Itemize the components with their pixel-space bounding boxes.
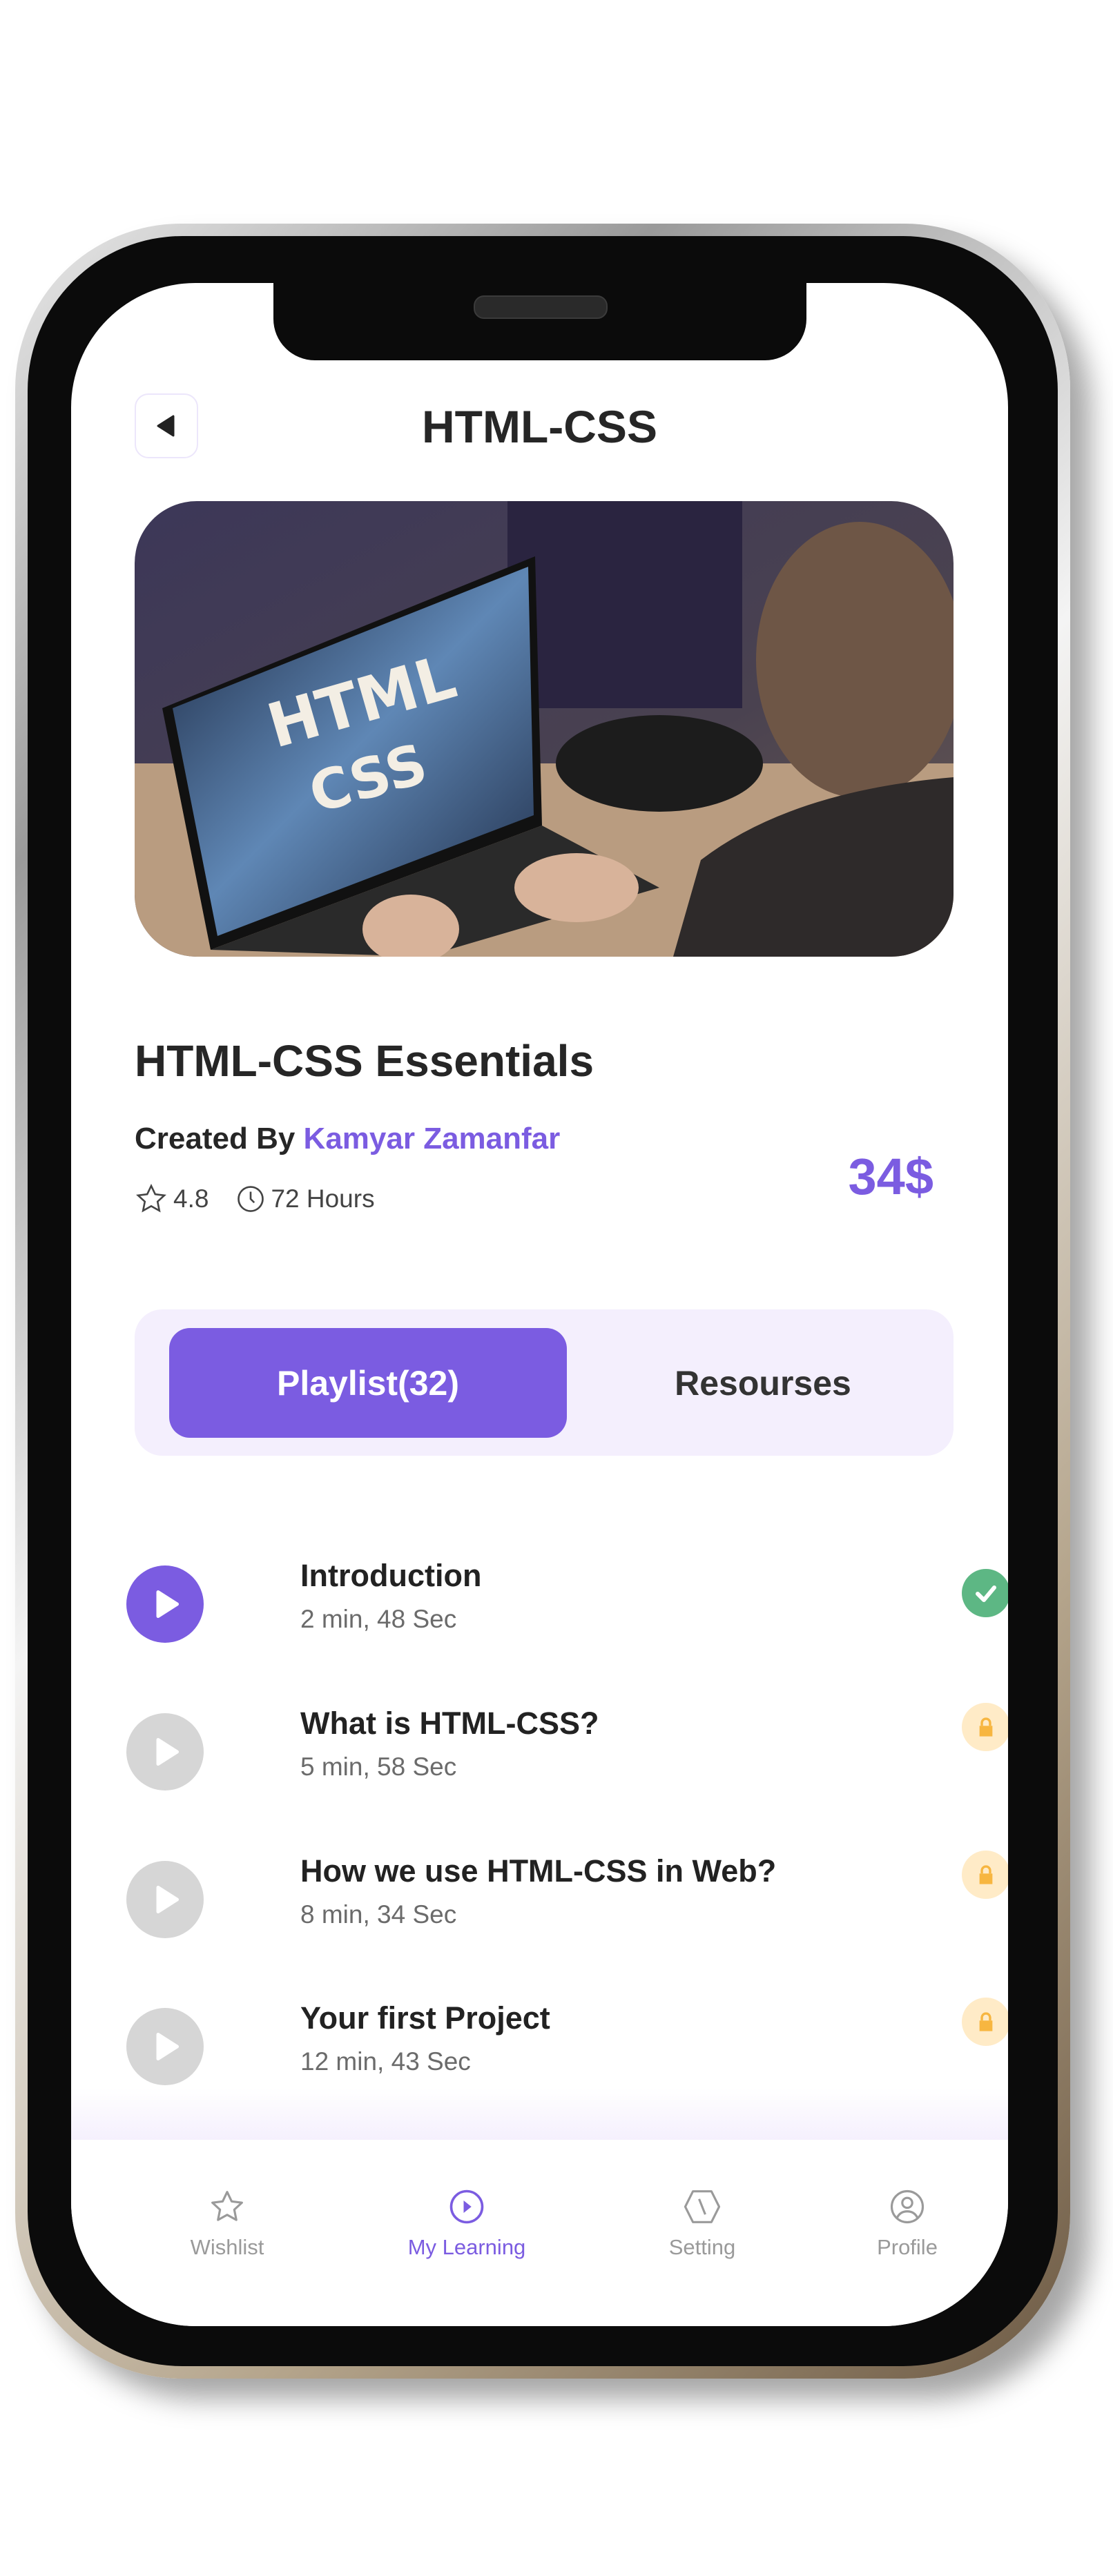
- rating-value: 4.8: [173, 1184, 209, 1213]
- nav-label: My Learning: [407, 2235, 526, 2259]
- lesson-duration: 8 min, 34 Sec: [300, 1900, 457, 1929]
- list-fade: [71, 2088, 1008, 2140]
- star-icon: [136, 1183, 166, 1213]
- clock-icon: [238, 1186, 264, 1212]
- user-circle-icon: [890, 2189, 925, 2224]
- page-title: HTML-CSS: [422, 401, 657, 452]
- app-screen: HTML-CSS HTML CSS HTML-CSS Essentials Cr…: [71, 283, 1008, 2326]
- playlist-item[interactable]: How we use HTML-CSS in Web? 8 min, 34 Se…: [126, 1851, 1008, 1947]
- lesson-duration: 12 min, 43 Sec: [300, 2047, 471, 2076]
- play-button[interactable]: [126, 1713, 204, 1790]
- play-button[interactable]: [126, 1565, 204, 1643]
- play-icon: [156, 1886, 179, 1913]
- bottom-nav: Wishlist My Learning Setting Profile: [71, 2140, 1008, 2326]
- playlist-item[interactable]: Introduction 2 min, 48 Sec: [126, 1555, 1008, 1652]
- lesson-duration: 5 min, 58 Sec: [300, 1753, 457, 1781]
- lesson-title: What is HTML-CSS?: [300, 1706, 599, 1741]
- nav-my-learning[interactable]: My Learning: [377, 2188, 556, 2260]
- tab-resources[interactable]: Resourses: [590, 1328, 936, 1438]
- course-price: 34$: [848, 1148, 933, 1205]
- play-icon: [156, 1738, 179, 1766]
- course-title: HTML-CSS Essentials: [135, 1036, 594, 1086]
- course-author-line: Created By Kamyar Zamanfar: [135, 1122, 560, 1156]
- phone-notch: [273, 283, 806, 360]
- settings-hexagon-icon: [684, 2190, 721, 2223]
- course-meta: 4.8 72 Hours: [135, 1182, 375, 1216]
- tab-playlist[interactable]: Playlist(32): [169, 1328, 567, 1438]
- play-icon: [156, 2033, 179, 2060]
- lock-icon: [962, 1703, 1008, 1751]
- playlist-item[interactable]: What is HTML-CSS? 5 min, 58 Sec: [126, 1703, 1008, 1799]
- lesson-title: How we use HTML-CSS in Web?: [300, 1853, 777, 1889]
- speaker-grill: [474, 295, 608, 319]
- course-cover-image: HTML CSS: [135, 501, 954, 957]
- nav-wishlist[interactable]: Wishlist: [137, 2188, 317, 2260]
- play-icon: [156, 1590, 179, 1618]
- star-icon: [211, 2191, 243, 2221]
- lesson-title: Your first Project: [300, 2000, 550, 2036]
- nav-setting[interactable]: Setting: [612, 2188, 792, 2260]
- duration-value: 72 Hours: [271, 1184, 375, 1213]
- author-link[interactable]: Kamyar Zamanfar: [304, 1122, 561, 1155]
- play-button[interactable]: [126, 1861, 204, 1938]
- completed-check-icon: [962, 1569, 1008, 1617]
- lock-icon: [962, 1998, 1008, 2046]
- play-circle-icon: [449, 2189, 484, 2224]
- tab-bar: Playlist(32) Resourses: [135, 1309, 954, 1456]
- nav-label: Setting: [668, 2235, 736, 2259]
- created-by-label: Created By: [135, 1122, 296, 1155]
- lock-icon: [962, 1851, 1008, 1899]
- playlist-item[interactable]: Your first Project 12 min, 43 Sec: [126, 1998, 1008, 2094]
- lesson-duration: 2 min, 48 Sec: [300, 1605, 457, 1633]
- nav-label: Wishlist: [190, 2235, 264, 2259]
- play-button[interactable]: [126, 2008, 204, 2085]
- nav-profile[interactable]: Profile: [817, 2188, 997, 2260]
- nav-label: Profile: [877, 2235, 938, 2259]
- lesson-title: Introduction: [300, 1558, 482, 1593]
